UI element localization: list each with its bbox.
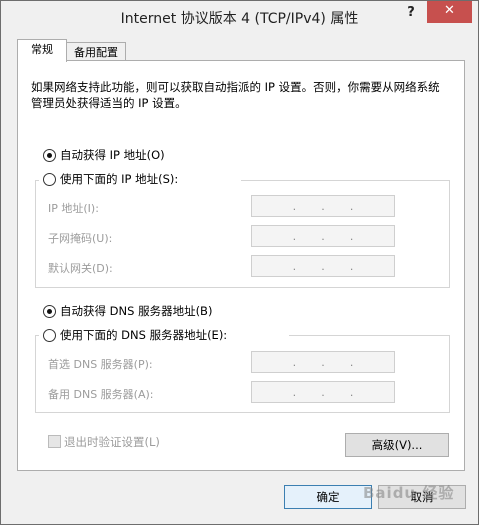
dialog-window: Internet 协议版本 4 (TCP/IPv4) 属性 ? ✕ 常规 备用配… <box>0 0 479 525</box>
description-text: 如果网络支持此功能，则可以获取自动指派的 IP 设置。否则，你需要从网络系统管理… <box>31 80 440 110</box>
subnet-mask-field[interactable]: ... <box>251 225 395 247</box>
auto-ip-label[interactable]: 自动获得 IP 地址(O) <box>60 147 165 163</box>
manual-dns-radio[interactable] <box>43 329 56 342</box>
validate-label[interactable]: 退出时验证设置(L) <box>64 434 160 450</box>
default-gateway-label: 默认网关(D): <box>48 262 113 275</box>
title-bar[interactable]: Internet 协议版本 4 (TCP/IPv4) 属性 ? ✕ <box>1 1 478 31</box>
auto-dns-radio[interactable] <box>43 305 56 318</box>
watermark: Baidu 经验 <box>363 484 455 502</box>
ip-address-field[interactable]: ... <box>251 195 395 217</box>
preferred-dns-field[interactable]: ... <box>251 351 395 373</box>
manual-ip-radio[interactable] <box>43 173 56 186</box>
alternate-dns-field[interactable]: ... <box>251 381 395 403</box>
auto-dns-label[interactable]: 自动获得 DNS 服务器地址(B) <box>60 303 212 319</box>
ok-button[interactable]: 确定 <box>284 485 372 509</box>
manual-dns-label[interactable]: 使用下面的 DNS 服务器地址(E): <box>60 327 227 343</box>
manual-ip-label[interactable]: 使用下面的 IP 地址(S): <box>60 171 178 187</box>
close-button[interactable]: ✕ <box>427 1 472 23</box>
validate-checkbox[interactable] <box>48 435 61 448</box>
auto-ip-radio[interactable] <box>43 149 56 162</box>
default-gateway-field[interactable]: ... <box>251 255 395 277</box>
preferred-dns-label: 首选 DNS 服务器(P): <box>48 358 153 371</box>
alternate-dns-label: 备用 DNS 服务器(A): <box>48 388 154 401</box>
subnet-mask-label: 子网掩码(U): <box>48 232 113 245</box>
ip-address-label: IP 地址(I): <box>48 202 99 215</box>
advanced-button[interactable]: 高级(V)... <box>345 433 449 457</box>
tab-general[interactable]: 常规 <box>17 39 67 62</box>
help-button[interactable]: ? <box>395 3 427 25</box>
